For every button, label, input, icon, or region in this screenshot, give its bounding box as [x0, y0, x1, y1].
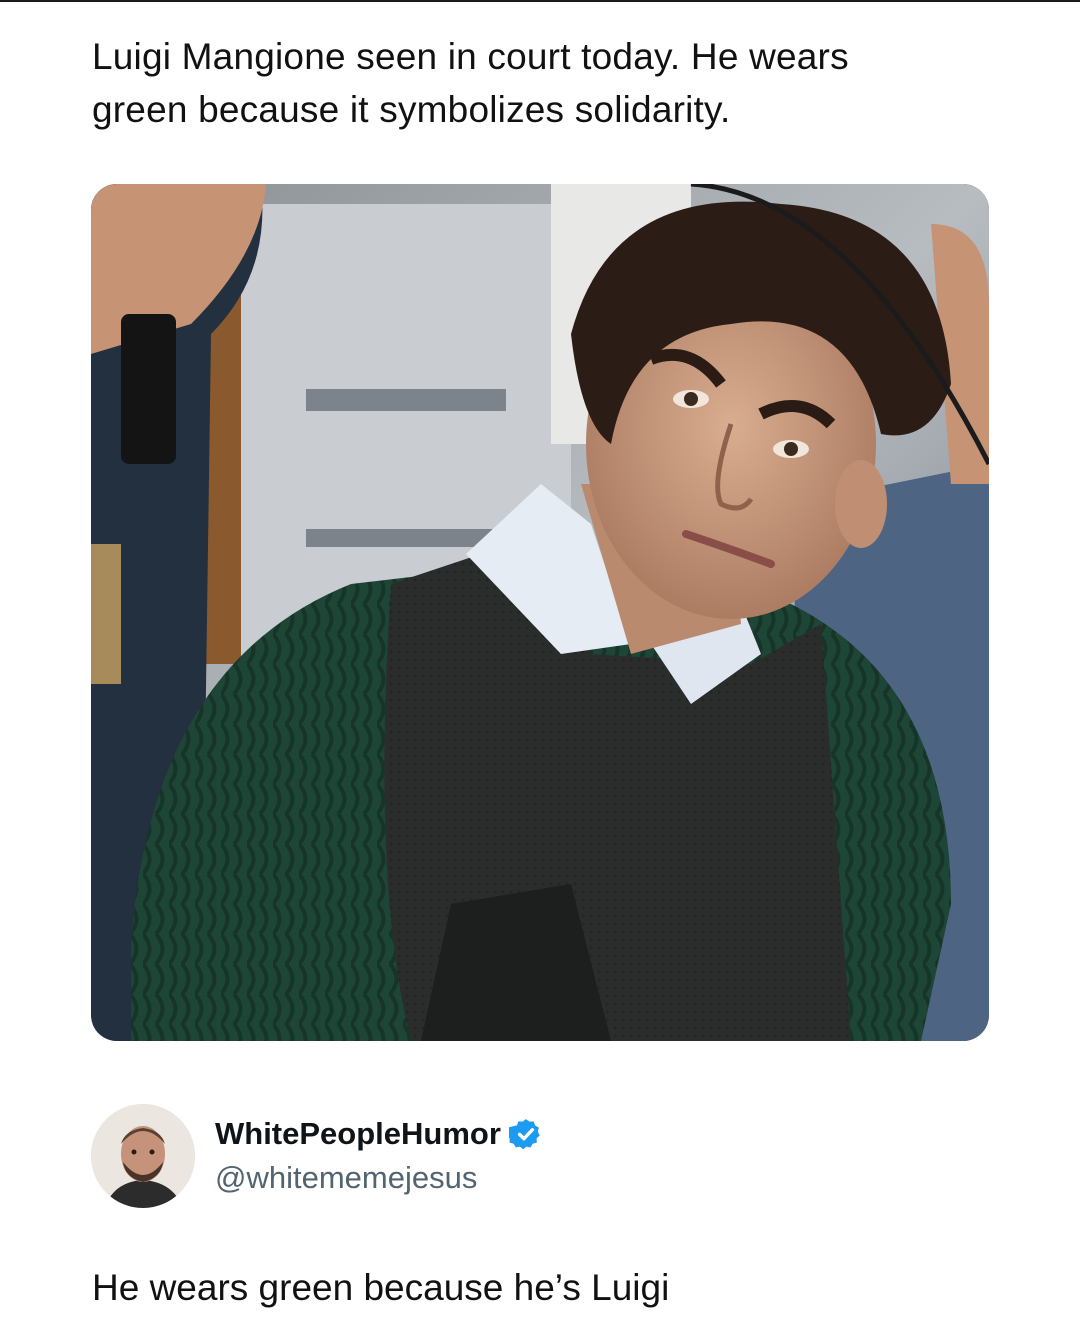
- tweet-photo[interactable]: [91, 184, 989, 1041]
- avatar[interactable]: [91, 1104, 195, 1208]
- author-display-name[interactable]: WhitePeopleHumor: [215, 1114, 501, 1154]
- verified-badge-icon: [508, 1119, 540, 1150]
- author-block[interactable]: WhitePeopleHumor @whitememejesus: [91, 1104, 543, 1208]
- top-divider: [0, 0, 1080, 2]
- reply-text: He wears green because he’s Luigi: [92, 1267, 670, 1308]
- tweet-text: Luigi Mangione seen in court today. He w…: [92, 30, 992, 136]
- tweet-text-line-1: Luigi Mangione seen in court today. He w…: [92, 36, 849, 77]
- tweet-text-line-2: green because it symbolizes solidarity.: [92, 89, 731, 130]
- author-handle[interactable]: @whitememejesus: [215, 1158, 543, 1198]
- courtroom-photo: [91, 184, 989, 1041]
